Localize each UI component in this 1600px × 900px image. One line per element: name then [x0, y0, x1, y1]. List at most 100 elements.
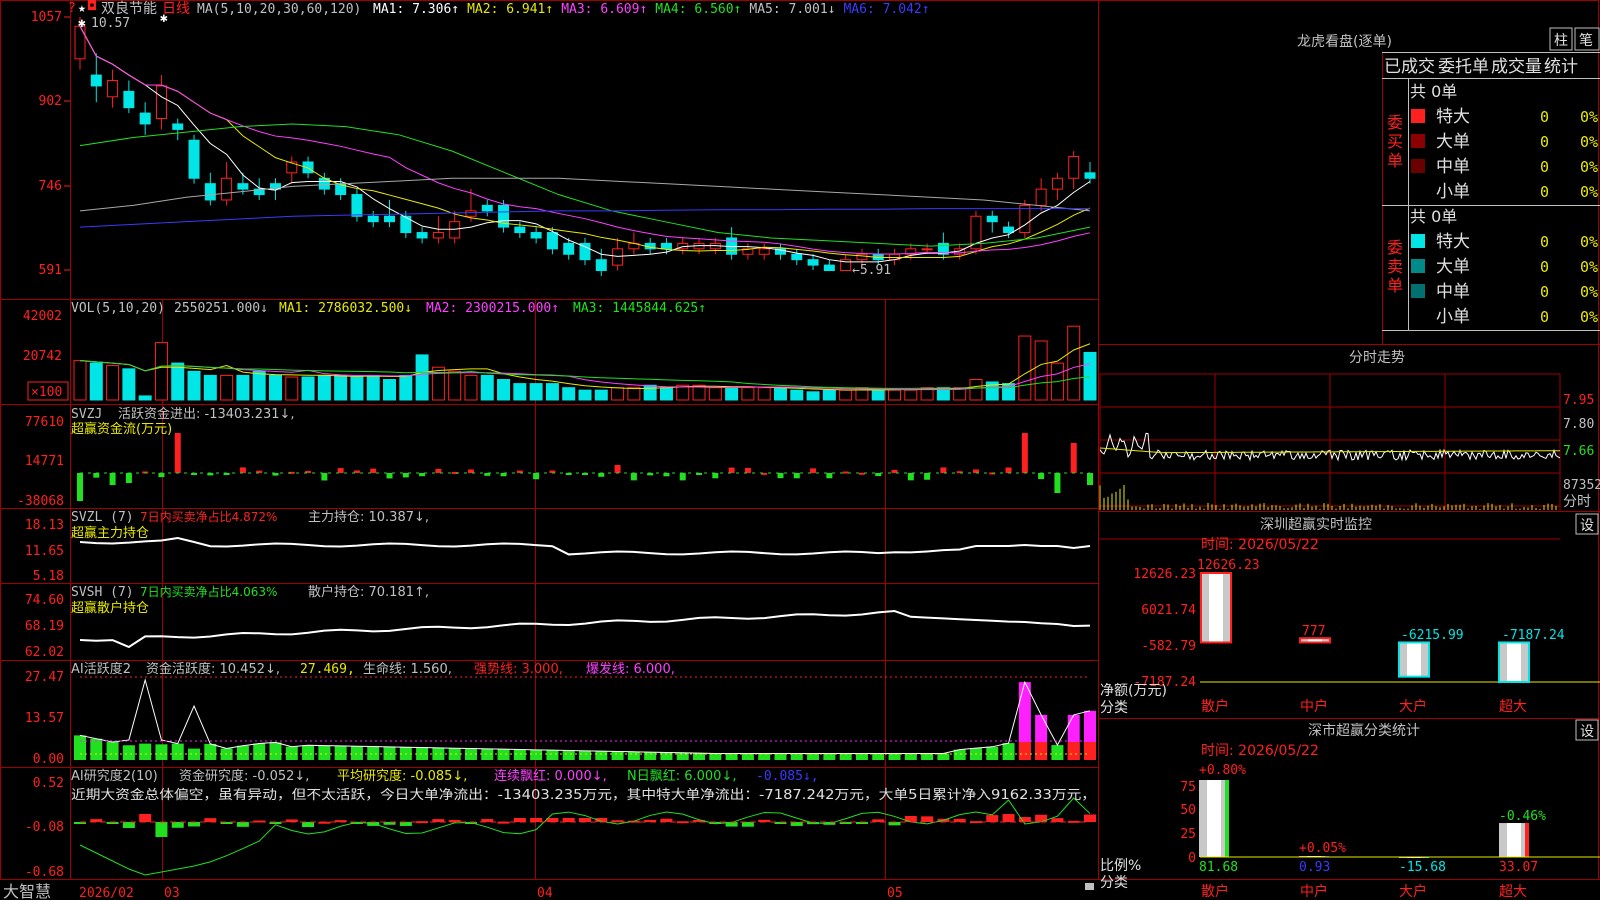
svsh-tick: 68.19: [25, 619, 64, 634]
svzl-hold: 主力持仓: 10.387↓,: [308, 510, 429, 525]
ss-cat: 超大: [1499, 884, 1527, 900]
sz-tick: 6021.74: [1141, 603, 1196, 618]
ai1-bar: [204, 743, 217, 760]
stock-name[interactable]: 双良节能: [101, 1, 157, 17]
ai1-bar: [497, 749, 510, 760]
ai2-bar: [155, 822, 168, 837]
ai2-v5: -0.085↓,: [756, 769, 819, 784]
ma-value: MA5: 7.001↓: [749, 2, 835, 17]
chart-canvas: ? ★ ◘ 双良节能 日线 MA(5,10,20,30,60,120) MA1:…: [0, 0, 1600, 900]
candle-body: [791, 253, 803, 261]
ai1-tick: 0.00: [33, 752, 64, 767]
lock-icon[interactable]: [1085, 883, 1094, 890]
ai2-bar: [1084, 814, 1096, 822]
ai2-tick: -0.08: [25, 820, 64, 835]
ai1-bar: [627, 751, 640, 760]
ss-change: +0.05%: [1299, 841, 1346, 856]
candle-body: [1035, 188, 1047, 206]
svzj-bars: [77, 433, 1093, 501]
candle-body: [1068, 156, 1080, 179]
ai1-bar: [937, 753, 950, 760]
price-tick: 902: [39, 94, 62, 109]
candle-body: [612, 248, 624, 266]
volume-bar: [562, 387, 576, 401]
ss-settings-label[interactable]: 设: [1580, 724, 1594, 740]
volume-bar: [757, 387, 771, 401]
lhb-row-name: 特大: [1436, 107, 1470, 127]
candle-body: [123, 90, 135, 109]
ai1-bar: [383, 746, 396, 760]
candle-body: [367, 215, 379, 223]
ss-cat: 散户: [1201, 883, 1229, 900]
ai2-bar: [513, 818, 526, 822]
tab-bi-label[interactable]: 笔: [1579, 33, 1593, 49]
nav-marks[interactable]: ?: [68, 1, 76, 16]
ma-value: MA4: 6.560↑: [655, 2, 741, 17]
price-tick: 746: [39, 179, 62, 194]
tab-zhu-label[interactable]: 柱: [1554, 33, 1568, 49]
buy-side-char: 买: [1387, 132, 1403, 151]
candle-body: [221, 177, 233, 201]
svsh-ratio: 7日内买卖净占比4.063%: [140, 584, 277, 599]
volume-bars: [73, 325, 1097, 401]
volume-bar: [1002, 383, 1016, 401]
vol-ma3: MA3: 1445844.625↑: [573, 301, 706, 316]
volume-bar: [154, 342, 168, 401]
volume-bar: [252, 370, 266, 401]
sz-cat: 中户: [1300, 698, 1328, 715]
sz-settings-label[interactable]: 设: [1580, 518, 1594, 534]
candle-body: [856, 253, 868, 261]
svzl-label: SVZL (7): [71, 510, 134, 525]
svzj-bar: [1070, 443, 1077, 473]
ss-cat: 大户: [1399, 883, 1427, 900]
ss-value: -15.68: [1399, 860, 1446, 875]
svzj-bar: [842, 471, 849, 474]
candle-body: [1051, 177, 1063, 190]
ai1-bar: [318, 745, 331, 760]
lhb-row-name: 特大: [1436, 232, 1470, 252]
ss-bar-edge: [1225, 780, 1229, 857]
legend-swatch: [1411, 109, 1425, 123]
sz-cat: 散户: [1201, 698, 1229, 715]
ai1-bar-base: [1067, 742, 1080, 760]
svzj-bar: [533, 473, 540, 480]
ai2-bar: [1035, 814, 1048, 822]
lhb-row-pct: 0%: [1580, 283, 1598, 301]
tab-volume[interactable]: 成交量: [1491, 57, 1542, 77]
candle-body: [563, 242, 575, 255]
tab-stats[interactable]: 统计: [1544, 57, 1578, 77]
svzj-bar: [1038, 473, 1045, 480]
sz-bar-highlight: [1507, 642, 1521, 682]
svzl-ratio: 7日内买卖净占比4.872%: [140, 509, 277, 524]
volume-bar: [513, 383, 527, 401]
ai1-bar-base: [1035, 742, 1048, 760]
volume-bar: [480, 374, 494, 401]
candlestick-series: [74, 17, 1096, 276]
volume-bar: [236, 374, 250, 401]
candle-body: [107, 80, 119, 98]
sell-total: 共 0单: [1410, 207, 1457, 226]
candle-body: [660, 242, 672, 250]
sz-ylabel: 净额(万元): [1100, 683, 1167, 699]
vol-ma1: MA1: 2786032.500↓: [279, 301, 412, 316]
ai2-bar: [204, 818, 217, 822]
date-label: 2026/02: [79, 886, 134, 900]
ai1-bars: [74, 676, 1096, 760]
volume-bar: [1083, 351, 1097, 401]
volume-bar: [317, 374, 331, 401]
lhb-row-pct: 0%: [1580, 133, 1598, 151]
candle-body: [546, 232, 558, 250]
lhb-row-name: 大单: [1436, 257, 1470, 277]
tab-done[interactable]: 已成交: [1384, 57, 1435, 77]
svzj-bar: [728, 467, 735, 473]
vol-unit[interactable]: ×100: [31, 385, 62, 400]
brand-logo[interactable]: 大智慧: [3, 882, 51, 900]
buy-side-char: 单: [1387, 151, 1403, 170]
tab-order[interactable]: 委托单: [1438, 57, 1489, 77]
ai1-bar: [334, 745, 347, 760]
ai1-bar: [432, 747, 445, 760]
svzj-bar: [467, 469, 474, 473]
candle-body: [351, 194, 363, 217]
ai1-bar: [188, 748, 201, 760]
volume-bar: [89, 362, 103, 401]
